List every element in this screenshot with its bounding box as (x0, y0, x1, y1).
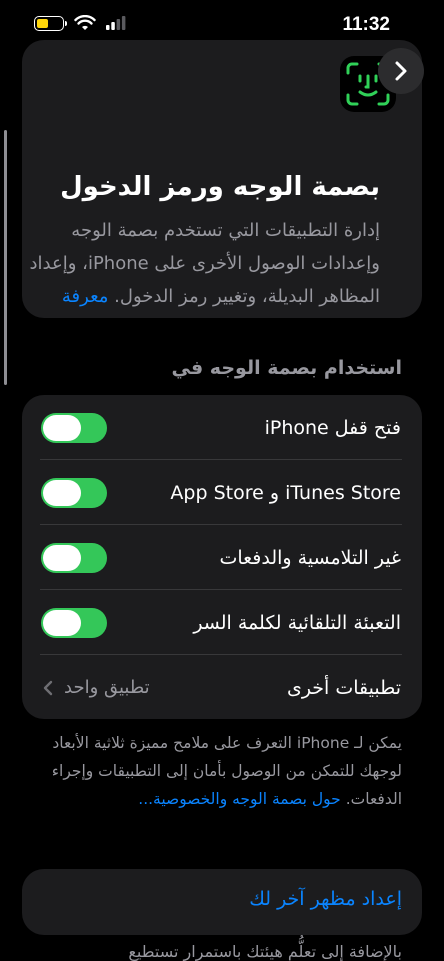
row-label: فتح قفل iPhone (264, 416, 401, 439)
battery-level-fill (37, 18, 48, 28)
row-password-autofill: التعبئة التلقائية لكلمة السر (22, 590, 422, 655)
bottom-partial-text: بالإضافة إلى تعلُّم هيئتك باستمرار تستطي… (128, 942, 402, 961)
row-other-apps[interactable]: تطبيق واحد تطبيقات أخرى (22, 655, 422, 719)
toggle-knob (43, 609, 81, 636)
wifi-icon (74, 15, 96, 30)
unlock-iphone-toggle[interactable] (41, 412, 107, 443)
other-apps-count: تطبيق واحد (64, 677, 150, 698)
row-contactless-payments: غير التلامسية والدفعات (22, 525, 422, 590)
contactless-payments-toggle[interactable] (41, 542, 107, 573)
scroll-indicator[interactable] (4, 130, 7, 385)
setup-alternate-appearance-button[interactable]: إعداد مظهر آخر لك (249, 888, 402, 910)
page-description: إدارة التطبيقات التي تستخدم بصمة الوجه و… (22, 214, 381, 318)
row-label: غير التلامسية والدفعات (219, 546, 401, 569)
row-itunes-app-store: iTunes Store و App Store (22, 460, 422, 525)
alternate-appearance-card[interactable]: إعداد مظهر آخر لك (22, 869, 422, 935)
status-time: 11:32 (342, 14, 390, 35)
section-header: استخدام بصمة الوجه في (171, 357, 402, 379)
other-apps-value: تطبيق واحد (42, 677, 150, 698)
status-icons (34, 15, 126, 31)
page-title: بصمة الوجه ورمز الدخول (60, 172, 380, 202)
header-card: بصمة الوجه ورمز الدخول إدارة التطبيقات ا… (22, 40, 422, 318)
signal-icon (106, 16, 126, 30)
itunes-app-store-toggle[interactable] (41, 477, 107, 508)
toggle-knob (43, 544, 81, 571)
back-button[interactable] (378, 48, 424, 94)
faceid-usage-list: فتح قفل iPhone iTunes Store و App Store … (22, 395, 422, 719)
faceid-footer-note: يمكن لـ iPhone التعرف على ملامح مميزة ثل… (40, 729, 402, 813)
row-unlock-iphone: فتح قفل iPhone (22, 395, 422, 460)
chevron-left-icon (43, 680, 53, 695)
toggle-knob (43, 479, 81, 506)
battery-icon (34, 15, 67, 31)
toggle-knob (43, 414, 81, 441)
faceid-privacy-link[interactable]: حول بصمة الوجه والخصوصية... (138, 790, 340, 808)
chevron-right-icon (395, 61, 407, 81)
row-label: تطبيقات أخرى (286, 676, 401, 699)
row-label: iTunes Store و App Store (170, 481, 401, 504)
password-autofill-toggle[interactable] (41, 607, 107, 638)
row-label: التعبئة التلقائية لكلمة السر (193, 611, 401, 634)
